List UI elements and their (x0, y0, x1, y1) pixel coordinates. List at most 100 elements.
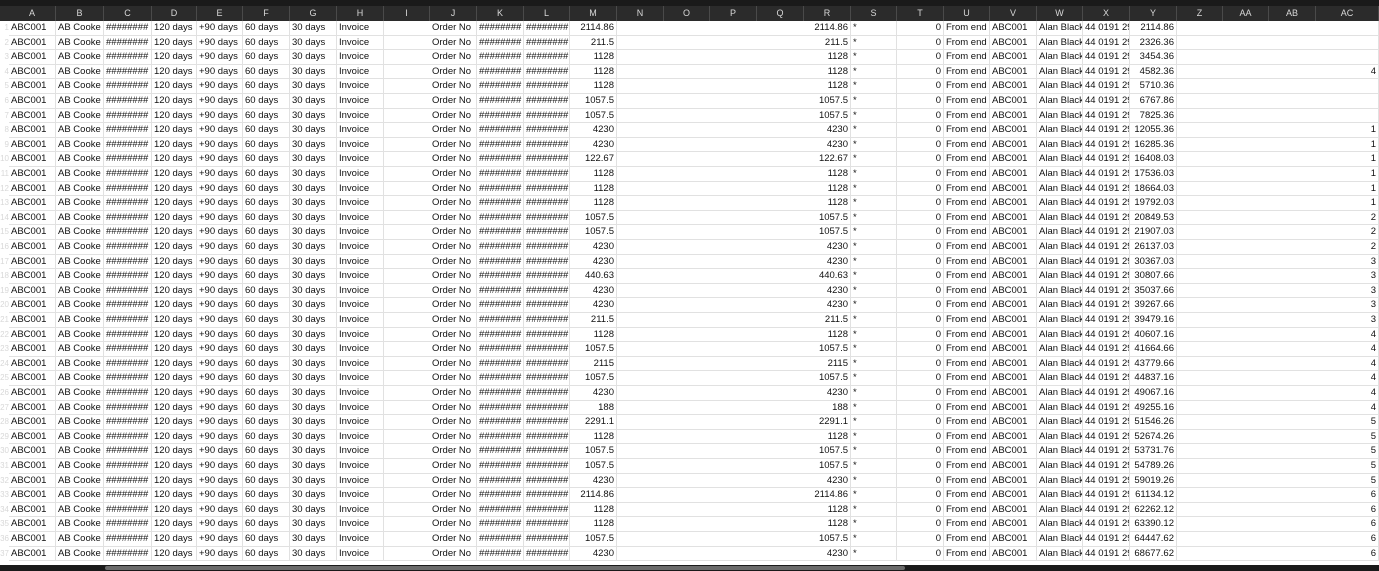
cell-a[interactable]: ABC001 (9, 152, 56, 167)
cell-s[interactable]: * (851, 94, 897, 108)
cell-d[interactable]: 120 days (152, 444, 197, 459)
cell-e[interactable]: +90 days (197, 546, 243, 561)
cell-f[interactable]: 60 days (243, 532, 290, 546)
cell-ac[interactable]: 1 (1316, 152, 1379, 167)
cell-w[interactable]: Alan Black (1037, 517, 1083, 532)
cell-f[interactable]: 60 days (243, 400, 290, 415)
cell-d[interactable]: 120 days (152, 517, 197, 532)
cell-x[interactable]: 44 0191 29 (1083, 137, 1130, 152)
cell-v[interactable]: ABC001 (990, 429, 1037, 444)
cell-c[interactable]: ######## (104, 152, 152, 167)
cell-f[interactable]: 60 days (243, 196, 290, 211)
cell-y[interactable]: 44837.16 (1130, 371, 1177, 386)
cell-c[interactable]: ######## (104, 298, 152, 313)
cell-v[interactable]: ABC001 (990, 502, 1037, 517)
cell-x[interactable]: 44 0191 29 (1083, 342, 1130, 357)
cell-e[interactable]: +90 days (197, 342, 243, 357)
cell-b[interactable]: AB Cooke (56, 225, 104, 240)
cell-w[interactable]: Alan Black (1037, 269, 1083, 284)
cell-k[interactable]: ######## (477, 64, 524, 79)
cell-c[interactable]: ######## (104, 181, 152, 196)
cell-k[interactable]: ######## (477, 283, 524, 298)
cell-a[interactable]: ABC001 (9, 167, 56, 181)
cell-x[interactable]: 44 0191 29 (1083, 400, 1130, 415)
cell-h[interactable]: Invoice (337, 283, 384, 298)
cell-g[interactable]: 30 days (290, 488, 337, 503)
cell-v[interactable]: ABC001 (990, 210, 1037, 225)
cell-b[interactable]: AB Cooke (56, 283, 104, 298)
cell-d[interactable]: 120 days (152, 342, 197, 357)
column-header-w[interactable]: W (1037, 6, 1083, 21)
column-header-o[interactable]: O (664, 6, 710, 21)
cell-j[interactable]: Order No (430, 269, 477, 284)
cell-t[interactable]: 0 (897, 502, 944, 517)
table-row[interactable]: ABC001 AB Cooke ######## 120 days +90 days 60… (9, 429, 1379, 445)
cell-m[interactable]: 2115 (570, 356, 617, 371)
row-header[interactable]: 8 (0, 123, 9, 138)
cell-j[interactable]: Order No (430, 400, 477, 415)
cell-a[interactable]: ABC001 (9, 473, 56, 488)
cell-d[interactable]: 120 days (152, 94, 197, 108)
cell-d[interactable]: 120 days (152, 225, 197, 240)
cell-v[interactable]: ABC001 (990, 283, 1037, 298)
cell-u[interactable]: From end (944, 254, 990, 269)
cell-y[interactable]: 26137.03 (1130, 240, 1177, 254)
cell-w[interactable]: Alan Black (1037, 167, 1083, 181)
table-row[interactable]: ABC001 AB Cooke ######## 120 days +90 days 60… (9, 269, 1379, 284)
cell-j[interactable]: Order No (430, 473, 477, 488)
row-header[interactable]: 21 (0, 313, 9, 328)
cell-v[interactable]: ABC001 (990, 415, 1037, 430)
cell-d[interactable]: 120 days (152, 50, 197, 65)
cell-l[interactable]: ######## (524, 371, 570, 386)
cell-b[interactable]: AB Cooke (56, 94, 104, 108)
cell-l[interactable]: ######## (524, 64, 570, 79)
cell-f[interactable]: 60 days (243, 254, 290, 269)
row-header[interactable]: 4 (0, 65, 9, 80)
cell-a[interactable]: ABC001 (9, 429, 56, 444)
cell-v[interactable]: ABC001 (990, 196, 1037, 211)
cell-s[interactable]: * (851, 429, 897, 444)
cell-r[interactable]: 1057.5 (804, 459, 851, 473)
row-header[interactable]: 35 (0, 517, 9, 532)
cell-m[interactable]: 1128 (570, 502, 617, 517)
cell-c[interactable]: ######## (104, 429, 152, 444)
cell-d[interactable]: 120 days (152, 181, 197, 196)
cell-s[interactable]: * (851, 532, 897, 546)
cell-y[interactable]: 30807.66 (1130, 269, 1177, 284)
cell-y[interactable]: 54789.26 (1130, 459, 1177, 473)
cell-e[interactable]: +90 days (197, 94, 243, 108)
cell-v[interactable]: ABC001 (990, 225, 1037, 240)
cell-a[interactable]: ABC001 (9, 108, 56, 123)
cell-u[interactable]: From end (944, 298, 990, 313)
cell-d[interactable]: 120 days (152, 298, 197, 313)
cell-g[interactable]: 30 days (290, 546, 337, 561)
cell-s[interactable]: * (851, 502, 897, 517)
cell-m[interactable]: 1128 (570, 64, 617, 79)
cell-h[interactable]: Invoice (337, 64, 384, 79)
row-header[interactable]: 14 (0, 211, 9, 226)
cell-u[interactable]: From end (944, 167, 990, 181)
cell-w[interactable]: Alan Black (1037, 342, 1083, 357)
cell-y[interactable]: 18664.03 (1130, 181, 1177, 196)
cell-s[interactable]: * (851, 283, 897, 298)
cell-d[interactable]: 120 days (152, 313, 197, 327)
cell-u[interactable]: From end (944, 546, 990, 561)
cell-ac[interactable]: 6 (1316, 532, 1379, 546)
cell-w[interactable]: Alan Black (1037, 459, 1083, 473)
cell-t[interactable]: 0 (897, 532, 944, 546)
cell-f[interactable]: 60 days (243, 181, 290, 196)
column-header-m[interactable]: M (570, 6, 617, 21)
cell-j[interactable]: Order No (430, 254, 477, 269)
cell-v[interactable]: ABC001 (990, 356, 1037, 371)
cell-j[interactable]: Order No (430, 225, 477, 240)
cell-x[interactable]: 44 0191 29 (1083, 429, 1130, 444)
table-row[interactable]: ABC001 AB Cooke ######## 120 days +90 days 60… (9, 298, 1379, 313)
column-header-z[interactable]: Z (1177, 6, 1223, 21)
table-row[interactable]: ABC001 AB Cooke ######## 120 days +90 days 60… (9, 152, 1379, 167)
cell-x[interactable]: 44 0191 29 (1083, 283, 1130, 298)
cell-m[interactable]: 4230 (570, 283, 617, 298)
cell-g[interactable]: 30 days (290, 283, 337, 298)
cell-l[interactable]: ######## (524, 225, 570, 240)
cell-ac[interactable]: 6 (1316, 517, 1379, 532)
cell-h[interactable]: Invoice (337, 210, 384, 225)
